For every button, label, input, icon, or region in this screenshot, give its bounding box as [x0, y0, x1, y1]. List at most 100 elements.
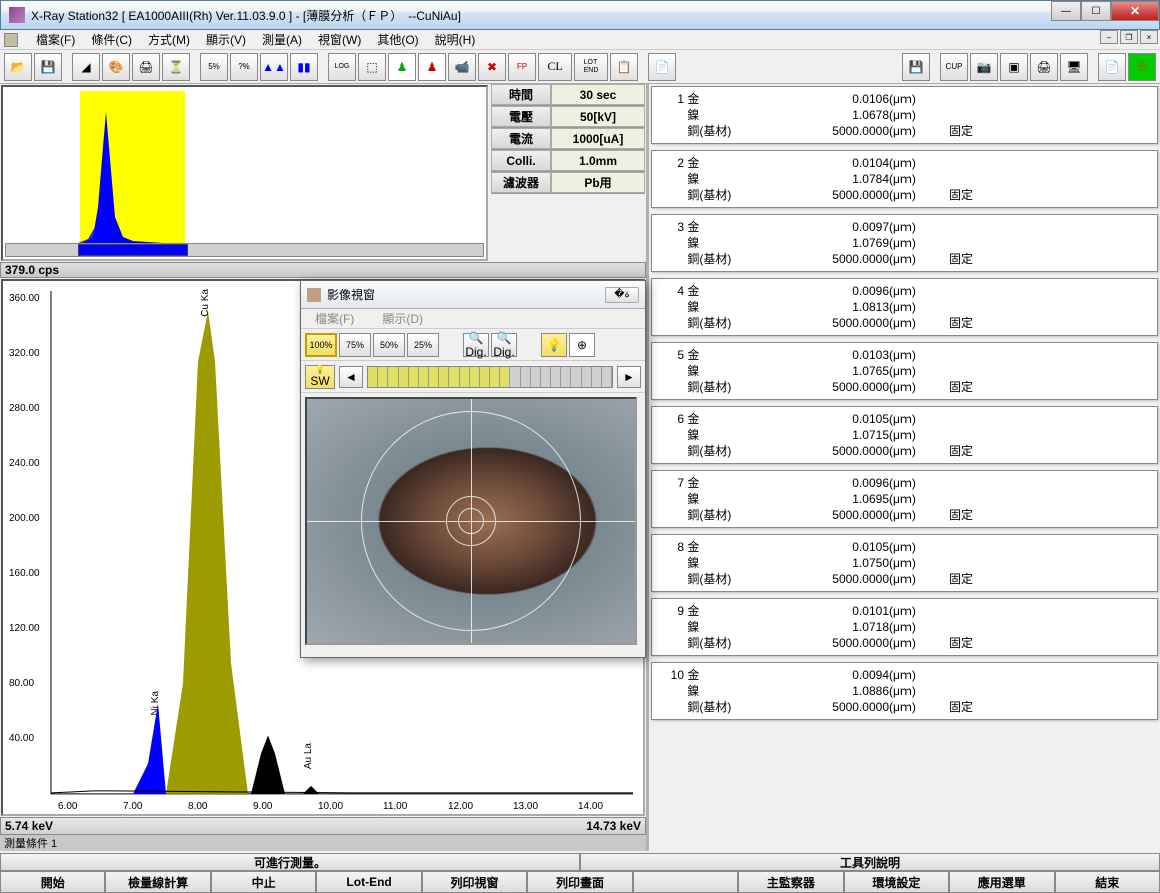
mini-scroll-thumb[interactable] [78, 244, 188, 256]
close-button[interactable]: ✕ [1111, 1, 1159, 21]
result-box[interactable]: 10 金0.0094(μｍ) 鎳1.0886(μｍ) 銅(基材)5000.000… [651, 662, 1158, 720]
dig1-button[interactable]: 🔍Dig. [463, 333, 489, 357]
image-window[interactable]: 影像視窗 �ة 檔案(F) 顯示(D) 100% 75% 50% 25% 🔍Di… [300, 280, 646, 658]
bottom-btn-5[interactable]: 列印畫面 [527, 871, 632, 893]
menu-item-6[interactable]: 其他(O) [369, 29, 426, 50]
cal-icon[interactable]: ⬚ [358, 53, 386, 81]
cl-btn[interactable]: CL [538, 53, 572, 81]
percent5-icon[interactable]: 5% [200, 53, 228, 81]
result-box[interactable]: 4 金0.0096(μｍ) 鎳1.0813(μｍ) 銅(基材)5000.0000… [651, 278, 1158, 336]
image-window-close[interactable]: �ة [605, 287, 639, 303]
menu-item-4[interactable]: 測量(A) [254, 29, 310, 50]
printer1-icon[interactable]: 🖨 [1030, 53, 1058, 81]
menu-item-3[interactable]: 顯示(V) [198, 29, 254, 50]
image-file-menu[interactable]: 檔案(F) [307, 308, 362, 329]
dig2-button[interactable]: 🔍Dig. [491, 333, 517, 357]
save-green-icon[interactable]: 💾 [902, 53, 930, 81]
open-icon[interactable]: 📂 [4, 53, 32, 81]
bottom-btn-3[interactable]: Lot-End [316, 871, 421, 893]
mdi-restore[interactable]: ❐ [1120, 30, 1138, 44]
image-window-titlebar[interactable]: 影像視窗 �ة [301, 281, 645, 309]
param-label: 電流 [491, 128, 551, 149]
chart-x-icon[interactable]: ✖ [478, 53, 506, 81]
param-row-4: 濾波器Pb用 [491, 172, 645, 194]
exit-icon[interactable]: ⎆ [1128, 53, 1156, 81]
result-fixed [949, 491, 989, 507]
result-value: 1.0750 [794, 555, 889, 571]
maximize-button[interactable]: ☐ [1081, 1, 1111, 21]
result-box[interactable]: 8 金0.0105(μｍ) 鎳1.0750(μｍ) 銅(基材)5000.0000… [651, 534, 1158, 592]
spectrum-icon[interactable]: ▲▲ [260, 53, 288, 81]
hourglass-icon[interactable]: ⏳ [162, 53, 190, 81]
bottom-btn-8[interactable]: 環境設定 [844, 871, 949, 893]
result-box[interactable]: 2 金0.0104(μｍ) 鎳1.0784(μｍ) 銅(基材)5000.0000… [651, 150, 1158, 208]
menu-item-7[interactable]: 說明(H) [427, 29, 484, 50]
palette-icon[interactable]: 🎨 [102, 53, 130, 81]
mdi-close[interactable]: × [1140, 30, 1158, 44]
crosshair-button[interactable]: ⊕ [569, 333, 595, 357]
bottom-btn-1[interactable]: 檢量線計算 [105, 871, 210, 893]
brightness-level[interactable] [367, 366, 613, 388]
zoom-100[interactable]: 100% [305, 333, 337, 357]
cam-icon[interactable]: 📹 [448, 53, 476, 81]
zoom-75[interactable]: 75% [339, 333, 371, 357]
log-icon[interactable]: LOG [328, 53, 356, 81]
cup-btn[interactable]: CUP [940, 53, 968, 81]
result-box[interactable]: 5 金0.0103(μｍ) 鎳1.0765(μｍ) 銅(基材)5000.0000… [651, 342, 1158, 400]
result-idx: 10 [660, 667, 684, 683]
doc-icon[interactable]: 📄 [648, 53, 676, 81]
bottom-btn-7[interactable]: 主監察器 [738, 871, 843, 893]
cam1-icon[interactable]: 📷 [970, 53, 998, 81]
result-name: 銅(基材) [684, 251, 794, 267]
result-box[interactable]: 3 金0.0097(μｍ) 鎳1.0769(μｍ) 銅(基材)5000.0000… [651, 214, 1158, 272]
result-box[interactable]: 9 金0.0101(μｍ) 鎳1.0718(μｍ) 銅(基材)5000.0000… [651, 598, 1158, 656]
window-title: X-Ray Station32 [ EA1000AIII(Rh) Ver.11.… [31, 7, 1159, 24]
mini-spectrum[interactable] [1, 85, 488, 261]
peaks-icon[interactable]: ▮▮ [290, 53, 318, 81]
result-line: 10 金0.0094(μｍ) [660, 667, 1149, 683]
camera-view[interactable] [305, 397, 637, 645]
result-box[interactable]: 1 金0.0106(μｍ) 鎳1.0678(μｍ) 銅(基材)5000.0000… [651, 86, 1158, 144]
lamp-button[interactable]: 💡 [541, 333, 567, 357]
image-toolbar-2: 💡SW ◄ ► [301, 361, 645, 393]
printer2-icon[interactable]: 🖥 [1060, 53, 1088, 81]
result-idx [660, 251, 684, 267]
minimize-button[interactable]: — [1051, 1, 1081, 21]
image-display-menu[interactable]: 顯示(D) [374, 308, 431, 329]
param-value: 1000[uA] [551, 128, 645, 149]
result-box[interactable]: 6 金0.0105(μｍ) 鎳1.0715(μｍ) 銅(基材)5000.0000… [651, 406, 1158, 464]
results-panel[interactable]: 1 金0.0106(μｍ) 鎳1.0678(μｍ) 銅(基材)5000.0000… [649, 84, 1160, 851]
status-right: 工具列說明 [580, 853, 1160, 871]
bottom-btn-2[interactable]: 中止 [211, 871, 316, 893]
doc2-icon[interactable]: 📄 [1098, 53, 1126, 81]
person-red-icon[interactable]: ♟ [418, 53, 446, 81]
bottom-btn-9[interactable]: 應用選單 [949, 871, 1054, 893]
log3-icon[interactable]: 📋 [610, 53, 638, 81]
cam2-icon[interactable]: ▣ [1000, 53, 1028, 81]
fp-btn[interactable]: FP [508, 53, 536, 81]
zoom-50[interactable]: 50% [373, 333, 405, 357]
bottom-btn-10[interactable]: 結束 [1055, 871, 1160, 893]
person-green-icon[interactable]: ♟ [388, 53, 416, 81]
level-left[interactable]: ◄ [339, 366, 363, 388]
bottom-btn-6 [633, 871, 738, 893]
menu-item-0[interactable]: 檔案(F) [28, 29, 83, 50]
menu-item-1[interactable]: 條件(C) [83, 29, 140, 50]
erase-icon[interactable]: ◢ [72, 53, 100, 81]
lot-end-btn[interactable]: LOTEND [574, 53, 608, 81]
level-right[interactable]: ► [617, 366, 641, 388]
percent-q-icon[interactable]: ?% [230, 53, 258, 81]
menu-item-2[interactable]: 方式(M) [140, 29, 198, 50]
result-box[interactable]: 7 金0.0096(μｍ) 鎳1.0695(μｍ) 銅(基材)5000.0000… [651, 470, 1158, 528]
mdi-minimize[interactable]: – [1100, 30, 1118, 44]
print-icon[interactable]: 🖨 [132, 53, 160, 81]
zoom-25[interactable]: 25% [407, 333, 439, 357]
result-line: 鎳1.0750(μｍ) [660, 555, 1149, 571]
mini-scrollbar[interactable] [5, 243, 484, 257]
result-unit: (μｍ) [889, 539, 949, 555]
bottom-btn-0[interactable]: 開始 [0, 871, 105, 893]
sw-button[interactable]: 💡SW [305, 365, 335, 389]
bottom-btn-4[interactable]: 列印視窗 [422, 871, 527, 893]
save-icon[interactable]: 💾 [34, 53, 62, 81]
menu-item-5[interactable]: 視窗(W) [310, 29, 369, 50]
